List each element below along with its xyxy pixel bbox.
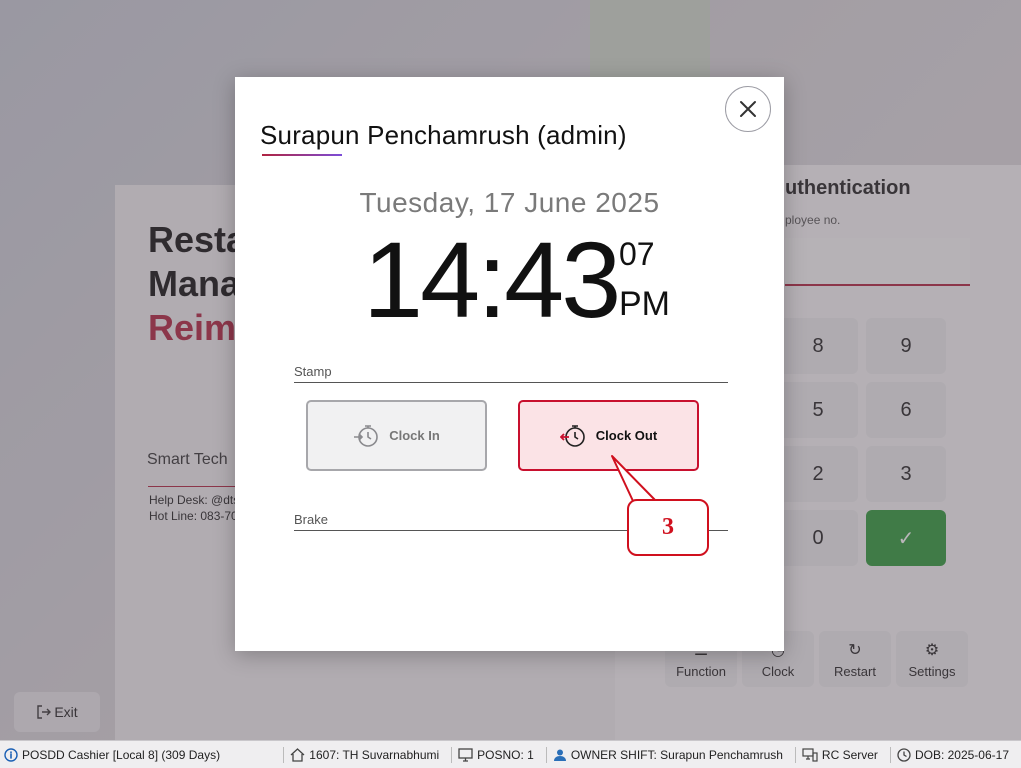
info-icon (4, 747, 18, 762)
clock-in-label: Clock In (389, 428, 440, 443)
monitor-icon (458, 747, 473, 762)
clock-out-label: Clock Out (595, 428, 658, 443)
status-app-text: POSDD Cashier [Local 8] (309 Days) (22, 747, 221, 762)
user-name: Surapun Penchamrush (admin) (260, 120, 627, 150)
status-divider (283, 746, 285, 763)
current-time: 14:43 (363, 219, 621, 340)
status-branch: 1607: TH Suvarnabhumi (290, 748, 439, 762)
clock-icon (897, 747, 911, 762)
clock-in-button[interactable]: Clock In (306, 400, 487, 471)
stamp-section-label: Stamp (294, 364, 728, 383)
status-divider (889, 746, 891, 763)
status-owner-shift: OWNER SHIFT: Surapun Penchamrush (553, 748, 783, 762)
time-stamp-dialog: Surapun Penchamrush (admin) Tuesday, 17 … (235, 77, 784, 651)
clock-out-button[interactable]: Clock Out (518, 400, 699, 471)
home-icon (290, 747, 305, 762)
clock-in-icon (354, 424, 379, 447)
status-bar: POSDD Cashier [Local 8] (309 Days) 1607:… (0, 740, 1021, 768)
status-app: POSDD Cashier [Local 8] (309 Days) (4, 748, 220, 762)
am-pm-indicator: PM (619, 285, 670, 323)
user-name-underline (262, 154, 342, 156)
status-divider (794, 746, 796, 763)
clock-out-icon (559, 424, 585, 447)
user-icon (553, 749, 566, 761)
status-dob-text: DOB: 2025-06-17 (914, 747, 1009, 762)
close-icon (740, 101, 756, 117)
step-callout: 3 (627, 499, 709, 556)
status-owner-shift-text: OWNER SHIFT: Surapun Penchamrush (570, 747, 783, 762)
status-server-text: RC Server (821, 747, 878, 762)
status-divider (545, 746, 547, 763)
server-icon (802, 747, 818, 762)
current-date: Tuesday, 17 June 2025 (359, 187, 660, 218)
status-branch-text: 1607: TH Suvarnabhumi (309, 747, 440, 762)
status-posno-text: POSNO: 1 (477, 747, 534, 762)
status-dob: DOB: 2025-06-17 (897, 748, 1009, 762)
status-divider (451, 746, 453, 763)
current-seconds: 07 (619, 236, 655, 272)
close-button[interactable] (725, 86, 771, 132)
status-server: RC Server (802, 748, 878, 762)
status-posno: POSNO: 1 (458, 748, 534, 762)
